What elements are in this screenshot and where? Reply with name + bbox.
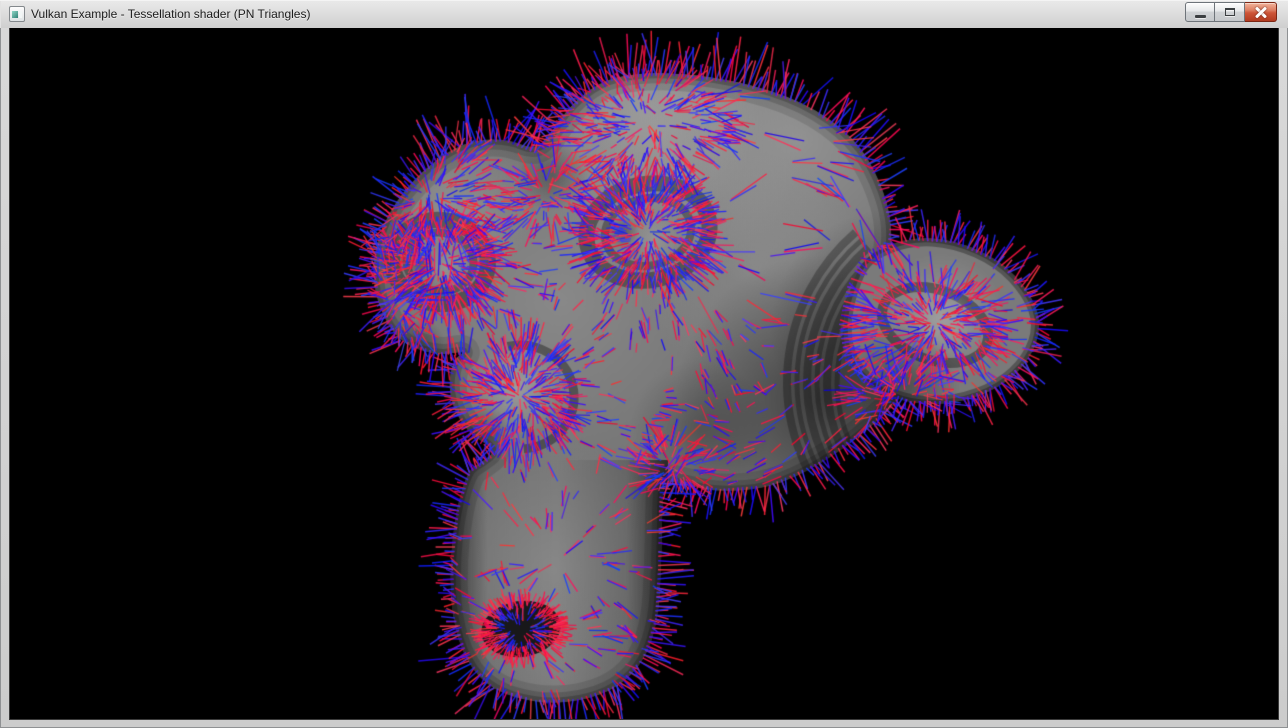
app-window: Vulkan Example - Tessellation shader (PN…	[0, 0, 1288, 728]
maximize-button[interactable]	[1215, 2, 1245, 22]
window-resize-border-left[interactable]	[0, 28, 9, 728]
titlebar[interactable]: Vulkan Example - Tessellation shader (PN…	[0, 0, 1288, 28]
application-icon-pane	[12, 11, 18, 18]
close-button[interactable]	[1245, 2, 1277, 22]
close-icon	[1254, 5, 1268, 19]
minimize-button[interactable]	[1185, 2, 1215, 22]
caption-button-group	[1185, 2, 1277, 22]
vulkan-viewport	[9, 28, 1279, 720]
application-icon[interactable]	[9, 6, 25, 22]
window-resize-border-right[interactable]	[1279, 28, 1288, 728]
render-canvas[interactable]	[10, 28, 1278, 719]
minimize-icon	[1195, 15, 1206, 18]
maximize-icon	[1225, 8, 1235, 16]
window-resize-border-bottom[interactable]	[0, 720, 1288, 728]
application-icon-pane2	[19, 11, 22, 18]
window-title: Vulkan Example - Tessellation shader (PN…	[31, 7, 310, 21]
